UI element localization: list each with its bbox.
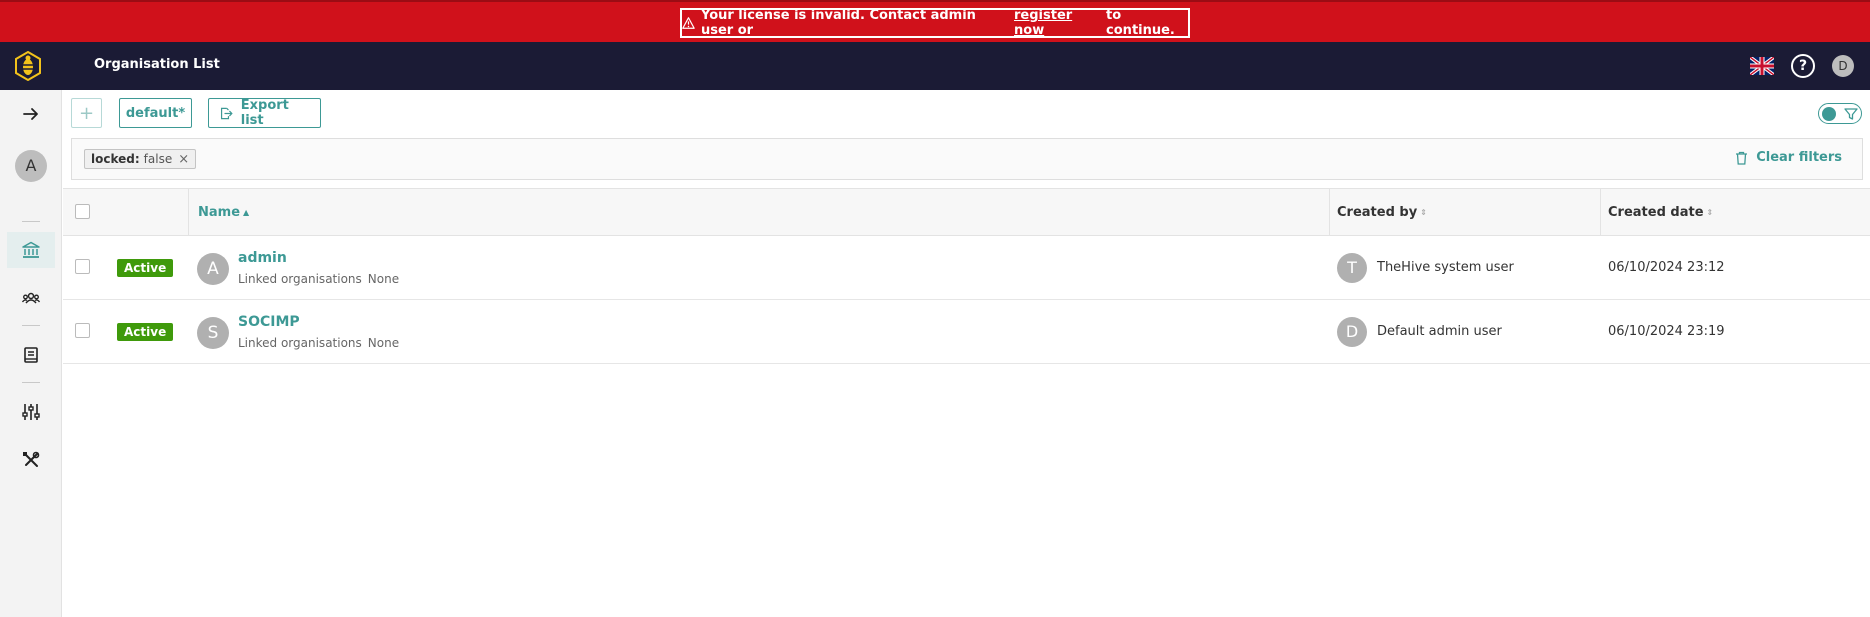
toggle-knob	[1822, 107, 1836, 121]
sidebar-item-knowledge-base[interactable]	[7, 337, 55, 373]
linked-organisations-label: Linked organisations	[238, 272, 362, 286]
license-warning: Your license is invalid. Contact admin u…	[680, 8, 1190, 38]
clear-filters-label: Clear filters	[1756, 150, 1842, 165]
column-created-by-label: Created by	[1337, 205, 1418, 220]
column-divider	[188, 189, 189, 236]
license-text: Your license is invalid. Contact admin u…	[700, 8, 976, 38]
filter-icon	[1844, 108, 1858, 120]
sidebar-item-organisations[interactable]	[7, 232, 55, 268]
clear-filters-button[interactable]: Clear filters	[1735, 150, 1842, 165]
organisation-avatar: S	[197, 317, 229, 349]
select-all-checkbox[interactable]	[75, 204, 90, 219]
add-organisation-button[interactable]: +	[71, 98, 102, 128]
thehive-logo[interactable]	[14, 51, 42, 81]
warning-icon	[682, 17, 695, 29]
row-checkbox[interactable]	[75, 259, 90, 274]
organisation-name-link[interactable]: SOCIMP	[238, 314, 300, 330]
book-icon	[24, 347, 38, 363]
column-created-date-label: Created date	[1608, 205, 1704, 220]
created-by-value: Default admin user	[1377, 324, 1502, 339]
sidebar: A	[0, 90, 62, 617]
expand-sidebar-button[interactable]	[7, 96, 55, 132]
export-list-button[interactable]: Export list	[208, 98, 321, 128]
close-icon[interactable]: ×	[178, 152, 189, 167]
linked-organisations-label: Linked organisations	[238, 336, 362, 350]
created-by-value: TheHive system user	[1377, 260, 1514, 275]
filter-chip-locked[interactable]: locked: false ×	[84, 149, 197, 169]
sort-asc-icon: ▲	[243, 207, 250, 217]
trash-icon	[1736, 151, 1748, 165]
active-filters-bar: locked: false × Clear filters	[71, 138, 1863, 180]
creator-avatar: D	[1337, 317, 1367, 347]
sidebar-divider	[22, 325, 40, 326]
tools-icon	[23, 451, 40, 467]
status-badge: Active	[117, 259, 174, 277]
column-header-created-by[interactable]: Created by ⇕	[1337, 205, 1427, 220]
license-banner: Your license is invalid. Contact admin u…	[0, 0, 1870, 42]
uk-flag-icon[interactable]	[1750, 57, 1774, 75]
license-text-end: to continue.	[1106, 8, 1175, 38]
export-list-label: Export list	[240, 98, 289, 128]
row-checkbox[interactable]	[75, 323, 90, 338]
sidebar-divider	[22, 221, 40, 222]
table-header: Name ▲ Created by ⇕ Created date ⇕	[63, 188, 1870, 236]
column-header-created-date[interactable]: Created date ⇕	[1608, 205, 1713, 220]
sidebar-divider	[22, 382, 40, 383]
sidebar-item-platform-management[interactable]	[7, 394, 55, 430]
creator-avatar: T	[1337, 253, 1367, 283]
linked-organisations-value: None	[367, 336, 400, 350]
page-title: Organisation List	[94, 57, 220, 72]
organisation-avatar: A	[197, 253, 229, 285]
view-preset-button[interactable]: default*	[119, 98, 192, 128]
table-row[interactable]: Active A admin Linked organisations None …	[63, 236, 1870, 300]
arrow-right-icon	[23, 108, 38, 120]
top-header: Organisation List ? D	[0, 42, 1870, 90]
filter-chip-key: locked:	[91, 152, 140, 166]
filter-toggle[interactable]	[1818, 103, 1862, 124]
status-badge: Active	[117, 323, 174, 341]
bank-icon	[22, 241, 40, 258]
sliders-icon	[22, 404, 40, 420]
sort-icon: ⇕	[1420, 207, 1427, 217]
column-divider	[1329, 189, 1330, 236]
export-icon	[220, 107, 233, 119]
sort-icon: ⇕	[1706, 207, 1714, 217]
column-divider	[1600, 189, 1601, 236]
organisation-avatar[interactable]: A	[15, 150, 47, 182]
register-now-link[interactable]: register now	[1014, 8, 1100, 38]
filter-chip-value: false	[143, 152, 173, 166]
linked-organisations: Linked organisations None	[238, 272, 399, 286]
user-avatar[interactable]: D	[1832, 55, 1854, 77]
created-date-value: 06/10/2024 23:12	[1608, 260, 1725, 275]
organisation-name-link[interactable]: admin	[238, 250, 287, 266]
linked-organisations-value: None	[367, 272, 400, 286]
table-row[interactable]: Active S SOCIMP Linked organisations None…	[63, 300, 1870, 364]
created-date-value: 06/10/2024 23:19	[1608, 324, 1725, 339]
column-name-label: Name	[198, 205, 241, 220]
sidebar-item-admin-tools[interactable]	[7, 442, 55, 478]
column-header-name[interactable]: Name ▲	[198, 205, 249, 220]
users-icon	[21, 292, 41, 304]
linked-organisations: Linked organisations None	[238, 336, 399, 350]
sidebar-item-users[interactable]	[7, 280, 55, 316]
help-icon[interactable]: ?	[1791, 54, 1815, 78]
